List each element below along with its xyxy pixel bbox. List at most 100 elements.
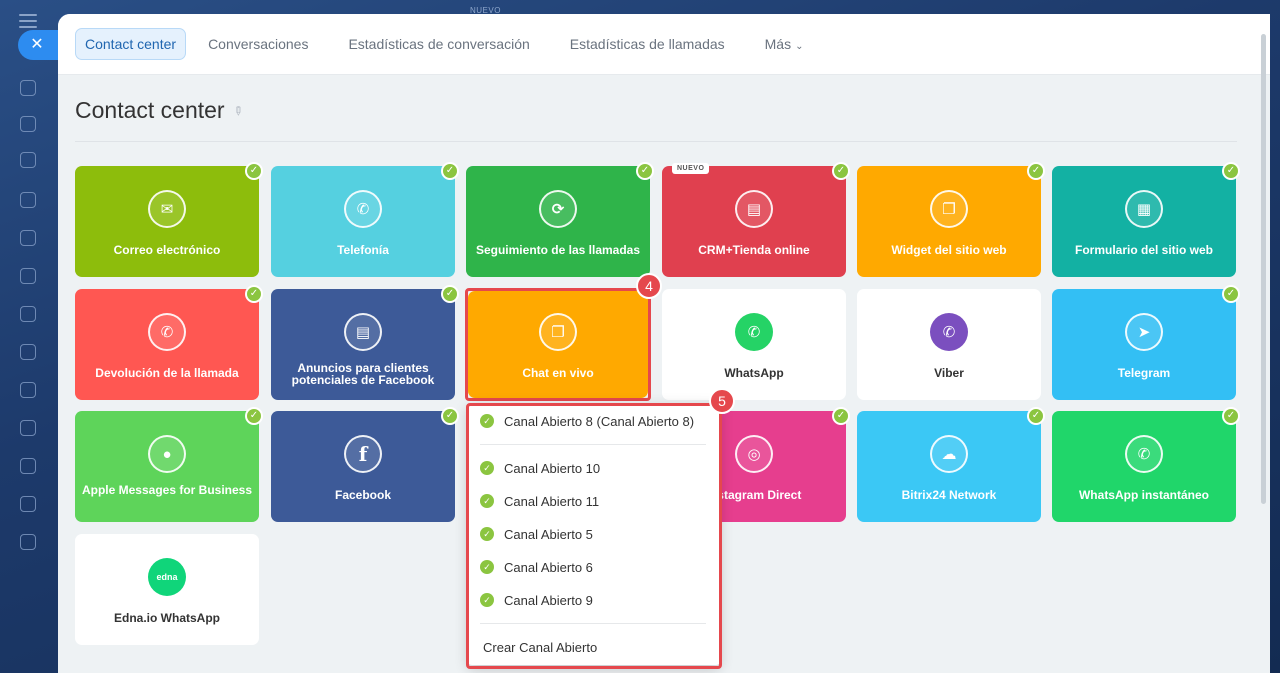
- viber-icon: ✆: [930, 313, 968, 351]
- dropdown-item-channel[interactable]: ✓ Canal Abierto 9: [480, 590, 593, 610]
- tile-site-widget[interactable]: ❐ Widget del sitio web ✓: [857, 162, 1045, 277]
- tile-facebook-leads[interactable]: ▤ Anuncios para clientes potenciales de …: [271, 285, 459, 400]
- tab-contact-center[interactable]: Contact center: [75, 28, 187, 60]
- edna-logo-icon: edna: [148, 558, 186, 596]
- telegram-icon: ➤: [1125, 313, 1163, 351]
- check-icon: ✓: [1222, 285, 1240, 303]
- tab-conversation-stats[interactable]: Estadísticas de conversación: [339, 29, 538, 59]
- envelope-icon: ✉: [148, 190, 186, 228]
- contacts-icon[interactable]: [20, 306, 36, 322]
- close-panel-button[interactable]: ✕: [18, 30, 60, 60]
- check-icon: ✓: [1027, 162, 1045, 180]
- check-icon: ✓: [636, 162, 654, 180]
- check-icon: ✓: [441, 162, 459, 180]
- chat-bubbles-icon: ❐: [930, 190, 968, 228]
- tile-crm-store[interactable]: NUEVO ▤ CRM+Tienda online ✓: [662, 162, 850, 277]
- tile-telephony[interactable]: ✆ Telefonía ✓: [271, 162, 459, 277]
- dropdown-item-label: Canal Abierto 6: [504, 559, 593, 575]
- tile-label: WhatsApp: [724, 366, 784, 380]
- tile-label: Apple Messages for Business: [81, 483, 253, 497]
- check-icon: ✓: [245, 162, 263, 180]
- tile-facebook[interactable]: f Facebook ✓: [271, 407, 459, 522]
- message-bubble-icon: ●: [148, 435, 186, 473]
- tile-label: Bitrix24 Network: [901, 488, 997, 502]
- tile-label: Correo electrónico: [113, 243, 221, 257]
- close-icon: ✕: [30, 36, 44, 53]
- tile-label: Viber: [934, 366, 964, 380]
- create-open-channel-label: Crear Canal Abierto: [483, 639, 598, 655]
- tile-call-tracking[interactable]: ⟳ Seguimiento de las llamadas ✓: [466, 162, 654, 277]
- tab-more[interactable]: Más ⌄: [756, 29, 813, 59]
- tile-label: Seguimiento de las llamadas: [475, 243, 641, 257]
- target-icon[interactable]: [20, 420, 36, 436]
- tile-label: CRM+Tienda online: [698, 243, 810, 257]
- tile-label: Telegram: [1117, 366, 1171, 380]
- phone-callback-icon: ✆: [148, 313, 186, 351]
- box-icon[interactable]: [20, 534, 36, 550]
- tile-bitrix-network[interactable]: ☁ Bitrix24 Network ✓: [857, 407, 1045, 522]
- left-rail: [0, 0, 58, 673]
- dropdown-item-channel[interactable]: ✓ Canal Abierto 10: [480, 458, 600, 478]
- dropdown-item-channel[interactable]: ✓ Canal Abierto 6: [480, 557, 593, 577]
- docs-icon[interactable]: [20, 496, 36, 512]
- dropdown-item-channel[interactable]: ✓ Canal Abierto 11: [480, 491, 599, 511]
- call-tracking-icon: ⟳: [539, 190, 577, 228]
- create-open-channel-button[interactable]: Crear Canal Abierto: [483, 637, 597, 657]
- inbox-icon[interactable]: [20, 192, 36, 208]
- instagram-icon: ◎: [735, 435, 773, 473]
- tile-apple-messages[interactable]: ● Apple Messages for Business ✓: [75, 407, 263, 522]
- sign-icon[interactable]: [20, 458, 36, 474]
- whatsapp-icon: ✆: [735, 313, 773, 351]
- cart-icon[interactable]: [20, 268, 36, 284]
- check-icon: ✓: [832, 407, 850, 425]
- crm-icon[interactable]: [20, 80, 36, 96]
- tile-whatsapp[interactable]: ✆ WhatsApp: [662, 289, 846, 400]
- check-icon: ✓: [480, 494, 494, 508]
- store-icon: ▤: [735, 190, 773, 228]
- tile-label: Formulario del sitio web: [1074, 243, 1214, 257]
- tile-label: Anuncios para clientes potenciales de Fa…: [291, 361, 435, 387]
- tab-conversations[interactable]: Conversaciones: [199, 29, 317, 59]
- tile-site-form[interactable]: ▦ Formulario del sitio web ✓: [1052, 162, 1240, 277]
- tile-label: Devolución de la llamada: [95, 366, 239, 380]
- check-icon: ✓: [480, 414, 494, 428]
- check-icon: ✓: [1222, 407, 1240, 425]
- tile-label: Telefonía: [337, 243, 389, 257]
- tile-viber[interactable]: ✆ Viber: [857, 289, 1041, 400]
- edna-logo-text: edna: [156, 572, 178, 582]
- check-icon: ✓: [245, 285, 263, 303]
- tile-callback[interactable]: ✆ Devolución de la llamada ✓: [75, 285, 263, 400]
- tile-label: WhatsApp instantáneo: [1078, 488, 1209, 502]
- tile-label: Chat en vivo: [522, 366, 594, 380]
- scrollbar[interactable]: [1261, 34, 1266, 504]
- dropdown-item-channel[interactable]: ✓ Canal Abierto 5: [480, 524, 593, 544]
- dropdown-divider: [480, 444, 706, 445]
- tile-edna[interactable]: edna Edna.io WhatsApp: [75, 534, 259, 645]
- tasks-icon[interactable]: [20, 116, 36, 132]
- facebook-icon: f: [344, 435, 382, 473]
- check-icon: ✓: [480, 593, 494, 607]
- chat-bubbles-icon: ❐: [539, 313, 577, 351]
- tile-email[interactable]: ✉ Correo electrónico ✓: [75, 162, 263, 277]
- facebook-form-icon: ▤: [344, 313, 382, 351]
- check-icon: ✓: [480, 461, 494, 475]
- check-icon: ✓: [441, 285, 459, 303]
- tile-label: Widget del sitio web: [891, 243, 1007, 257]
- dropdown-item-label: Canal Abierto 9: [504, 592, 593, 608]
- dropdown-item-channel[interactable]: ✓ Canal Abierto 8 (Canal Abierto 8): [480, 411, 694, 431]
- check-icon: ✓: [480, 527, 494, 541]
- dropdown-item-label: Canal Abierto 11: [504, 493, 600, 509]
- tab-call-stats[interactable]: Estadísticas de llamadas: [561, 29, 734, 59]
- filter-icon[interactable]: [20, 152, 36, 168]
- tile-live-chat[interactable]: ❐ Chat en vivo: [468, 291, 648, 398]
- calendar-icon[interactable]: [20, 344, 36, 360]
- drive-icon[interactable]: [20, 382, 36, 398]
- tile-whatsapp-instant[interactable]: ✆ WhatsApp instantáneo ✓: [1052, 407, 1240, 522]
- pin-icon[interactable]: ✎: [229, 102, 246, 119]
- step-badge-5: 5: [709, 388, 735, 414]
- tile-telegram[interactable]: ➤ Telegram ✓: [1052, 285, 1240, 400]
- tile-label: Facebook: [334, 488, 391, 502]
- tab-more-label: Más: [764, 36, 792, 52]
- check-icon: ✓: [1222, 162, 1240, 180]
- analytics-icon[interactable]: [20, 230, 36, 246]
